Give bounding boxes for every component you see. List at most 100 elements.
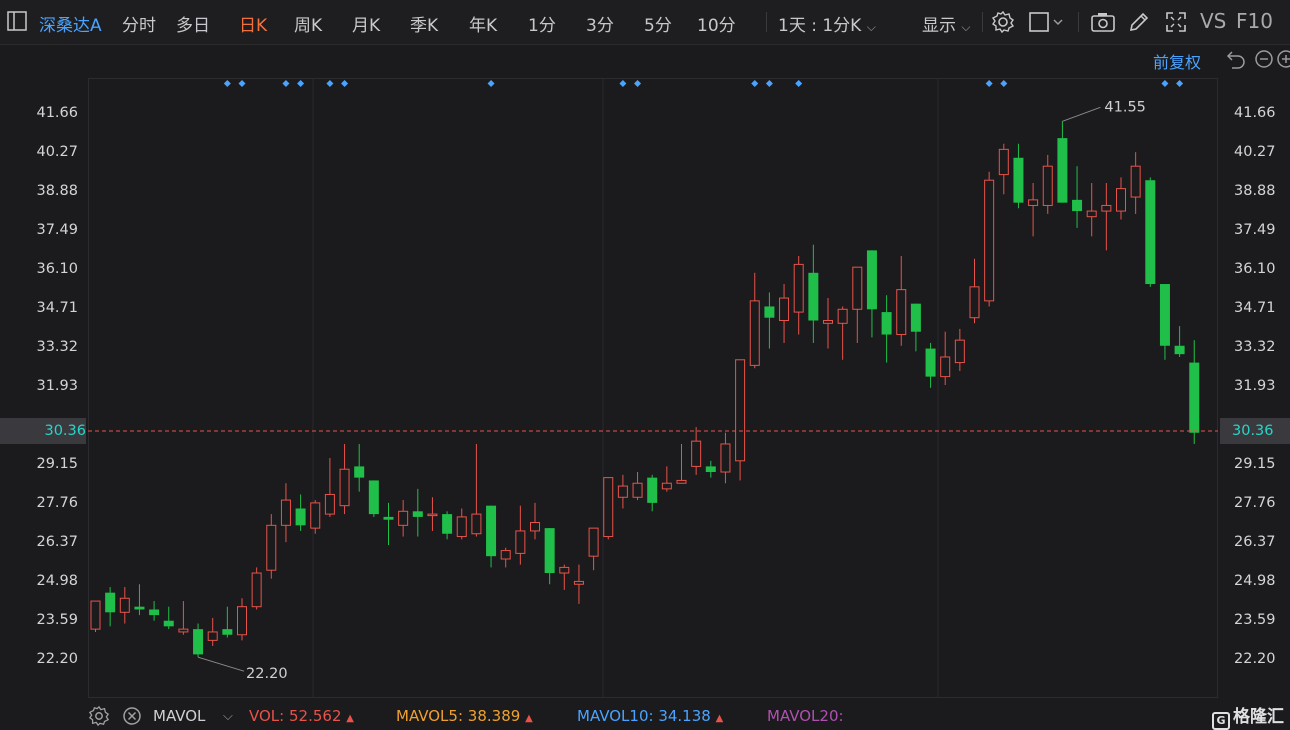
- candlestick-chart[interactable]: 41.55 22.20: [88, 78, 1218, 698]
- current-price-tag-right: 30.36: [1220, 418, 1290, 445]
- chevron-down-icon[interactable]: ⌵: [223, 709, 233, 724]
- zoom-in-icon[interactable]: [1275, 48, 1290, 72]
- candle-body-up: [251, 572, 262, 608]
- square-dropdown-icon[interactable]: [1028, 10, 1072, 34]
- period-tab-5min[interactable]: 5分: [644, 11, 672, 36]
- camera-icon[interactable]: [1090, 10, 1115, 34]
- candle-body-up: [207, 631, 218, 641]
- settings-icon[interactable]: [88, 705, 112, 729]
- candle-body-up: [749, 300, 760, 366]
- price-tick-right: 41.66: [1234, 105, 1276, 121]
- price-tick-left: 37.49: [36, 222, 78, 238]
- zoom-out-icon[interactable]: [1253, 48, 1277, 72]
- indicator-select[interactable]: MAVOL: [153, 707, 205, 725]
- vol-value: 52.562: [289, 707, 342, 725]
- candle-body-up: [515, 530, 526, 554]
- event-marker-icon: [1000, 80, 1008, 87]
- event-marker-icon: [795, 80, 803, 87]
- price-tick-right: 33.32: [1234, 339, 1276, 355]
- price-tick-left: 26.37: [36, 534, 78, 550]
- candle-body-down: [105, 592, 116, 613]
- period-tab-niank[interactable]: 年K: [469, 11, 497, 36]
- period-tab-rik[interactable]: 日K: [239, 11, 267, 36]
- vol-label: VOL:: [249, 707, 285, 725]
- period-tab-duori[interactable]: 多日: [176, 11, 210, 36]
- candle-body-up: [1028, 199, 1039, 206]
- price-tick-right: 37.49: [1234, 222, 1276, 238]
- candle-body-up: [266, 524, 277, 571]
- adjust-mode-label[interactable]: 前复权: [1153, 49, 1201, 73]
- candle-body-down: [383, 516, 394, 520]
- event-marker-icon: [282, 80, 290, 87]
- price-tick-left: 33.32: [36, 339, 78, 355]
- price-tick-right: 31.93: [1234, 378, 1276, 394]
- candle-body-up: [823, 320, 833, 324]
- candlestick-chart-panel[interactable]: 41.55 22.20: [88, 78, 1218, 698]
- toolbar-divider: [766, 12, 767, 32]
- period-tab-jik[interactable]: 季K: [410, 11, 438, 36]
- top-toolbar: 深桑达A 分时 多日 日K 周K 月K 季K 年K 1分 3分 5分 10分 1…: [0, 0, 1290, 45]
- chevron-down-icon: ⌵: [961, 20, 971, 34]
- candle-body-up: [119, 597, 130, 613]
- range-select-label: 1天 : 1分K: [778, 16, 862, 36]
- period-tab-zhouk[interactable]: 周K: [294, 11, 322, 36]
- candle-body-down: [764, 306, 775, 318]
- candle-body-up: [735, 359, 746, 462]
- close-icon[interactable]: [121, 705, 145, 729]
- event-marker-icon: [1161, 80, 1169, 87]
- candle-body-up: [1130, 165, 1141, 198]
- undo-icon[interactable]: [1226, 48, 1250, 72]
- candle-body-up: [779, 297, 790, 322]
- price-tick-left: 40.27: [36, 144, 78, 160]
- candle-body-down: [368, 480, 379, 515]
- event-marker-icon: [619, 80, 627, 87]
- candle-body-down: [1189, 362, 1200, 433]
- period-tab-yuek[interactable]: 月K: [352, 11, 380, 36]
- candle-body-up: [573, 580, 584, 585]
- candle-body-up: [954, 339, 965, 364]
- candle-body-down: [866, 250, 877, 310]
- vol-reading: VOL: 52.562 ▲: [249, 707, 354, 725]
- range-select[interactable]: 1天 : 1分K ⌵: [778, 11, 876, 36]
- period-tab-3min[interactable]: 3分: [586, 11, 614, 36]
- price-tick-right: 38.88: [1234, 183, 1276, 199]
- f10-button[interactable]: F10: [1236, 9, 1273, 33]
- candle-body-down: [1057, 138, 1068, 203]
- settings-icon[interactable]: [991, 10, 1015, 34]
- display-dropdown[interactable]: 显示 ⌵: [922, 11, 971, 36]
- period-tab-10min[interactable]: 10分: [697, 11, 736, 36]
- stock-name[interactable]: 深桑达A: [39, 11, 102, 36]
- candle-body-up: [398, 510, 409, 526]
- panel-toggle-icon[interactable]: [6, 10, 30, 34]
- up-arrow-icon: ▲: [715, 713, 724, 724]
- candle-body-down: [808, 272, 819, 321]
- display-label: 显示: [922, 16, 956, 36]
- candle-body-up: [324, 493, 335, 515]
- price-tick-left: 22.20: [36, 651, 78, 667]
- candle-body-down: [412, 511, 423, 517]
- period-tab-1min[interactable]: 1分: [528, 11, 556, 36]
- candle-body-up: [339, 468, 350, 507]
- fullscreen-icon[interactable]: [1164, 10, 1188, 34]
- price-tick-right: 27.76: [1234, 495, 1276, 511]
- toolbar-divider: [982, 12, 983, 32]
- high-label: 41.55: [1104, 99, 1146, 115]
- candle-body-up: [427, 513, 438, 517]
- price-tick-right: 40.27: [1234, 144, 1276, 160]
- candle-body-up: [661, 482, 672, 490]
- price-tick-left: 31.93: [36, 378, 78, 394]
- period-tab-fenshi[interactable]: 分时: [122, 11, 156, 36]
- price-tick-left: 34.71: [36, 300, 78, 316]
- candle-body-down: [163, 620, 174, 627]
- up-arrow-icon: ▲: [525, 713, 533, 724]
- candle-body-down: [222, 629, 233, 635]
- pen-icon[interactable]: [1127, 10, 1151, 34]
- candle-body-up: [632, 482, 643, 498]
- vs-button[interactable]: VS: [1200, 9, 1226, 33]
- mavol10-label: MAVOL10:: [577, 707, 654, 725]
- price-tick-left: 41.66: [36, 105, 78, 121]
- event-marker-icon: [765, 80, 773, 87]
- candle-body-up: [1116, 188, 1126, 212]
- event-marker-icon: [326, 80, 334, 87]
- mavol20-reading: MAVOL20:: [767, 707, 844, 725]
